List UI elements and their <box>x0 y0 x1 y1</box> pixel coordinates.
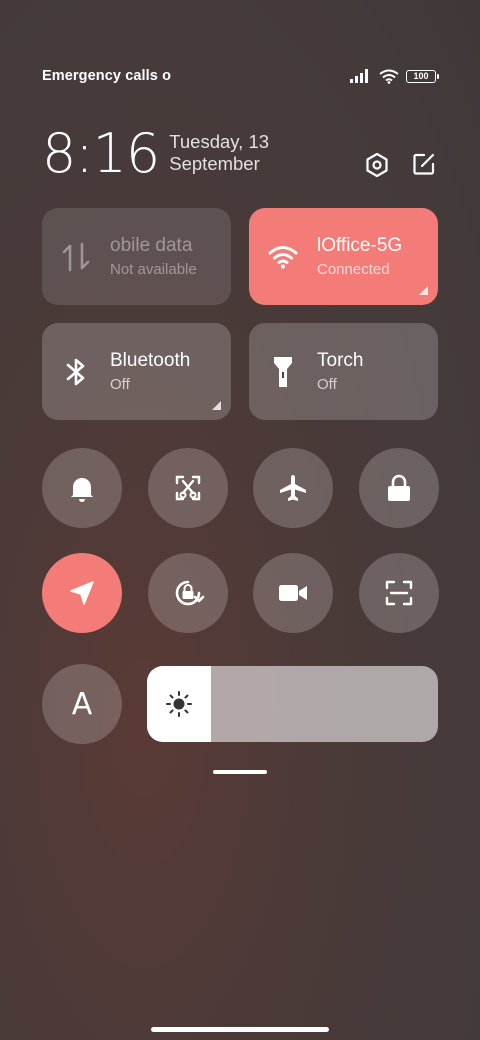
rotation-lock-icon <box>175 580 205 606</box>
torch-icon <box>249 355 317 389</box>
location-icon <box>70 581 94 605</box>
panel-drag-handle[interactable] <box>213 770 267 774</box>
wifi-status: Connected <box>317 261 390 278</box>
scan-icon <box>385 580 413 606</box>
airplane-toggle[interactable] <box>253 448 333 528</box>
torch-status: Off <box>317 376 337 393</box>
wifi-expand-icon[interactable] <box>419 286 428 295</box>
clock: 8:16 <box>42 122 160 185</box>
wifi-icon <box>249 245 317 269</box>
clock-row: 8:16 Tuesday, 13 September <box>42 120 436 184</box>
battery-icon: 100 <box>406 69 439 83</box>
mobile-data-tile[interactable]: obile data Not available <box>42 208 231 305</box>
location-toggle[interactable] <box>42 553 122 633</box>
mobile-data-status: Not available <box>110 261 197 278</box>
bell-icon <box>71 478 93 502</box>
screenshot-toggle[interactable] <box>148 448 228 528</box>
date: Tuesday, 13 September <box>169 131 270 174</box>
wifi-network-name: lOffice-5G <box>317 235 403 256</box>
mobile-data-title: obile data <box>110 235 193 256</box>
screen-recorder-toggle[interactable] <box>253 553 333 633</box>
status-icons: 100 <box>350 69 439 84</box>
torch-tile[interactable]: Torch Off <box>249 323 438 420</box>
video-camera-icon <box>279 585 307 601</box>
sound-toggle[interactable] <box>42 448 122 528</box>
brightness-icon <box>166 691 192 717</box>
lock-toggle[interactable] <box>359 448 439 528</box>
reading-mode-toggle[interactable]: A <box>42 664 122 744</box>
carrier-label: Emergency calls o <box>42 68 172 84</box>
wifi-tile[interactable]: lOffice-5G Connected <box>249 208 438 305</box>
reading-mode-letter: A <box>71 686 93 722</box>
bluetooth-expand-icon[interactable] <box>212 401 221 410</box>
bluetooth-title: Bluetooth <box>110 350 191 371</box>
header-actions <box>364 152 436 178</box>
airplane-icon <box>280 475 306 501</box>
rotation-lock-toggle[interactable] <box>148 553 228 633</box>
signal-icon <box>350 69 368 83</box>
wifi-status-icon <box>379 69 399 84</box>
scanner-toggle[interactable] <box>359 553 439 633</box>
mobile-data-icon <box>42 242 110 272</box>
battery-level: 100 <box>413 71 429 81</box>
brightness-fill <box>147 666 212 742</box>
bluetooth-status: Off <box>110 376 130 393</box>
lock-icon <box>388 474 410 501</box>
home-indicator[interactable] <box>151 1027 329 1032</box>
edit-icon[interactable] <box>412 152 436 176</box>
settings-icon[interactable] <box>364 152 390 178</box>
bluetooth-tile[interactable]: Bluetooth Off <box>42 323 231 420</box>
brightness-slider[interactable] <box>147 666 438 742</box>
torch-title: Torch <box>317 350 364 371</box>
status-bar: Emergency calls o 100 <box>42 64 439 88</box>
bluetooth-icon <box>42 357 110 387</box>
screenshot-crop-icon <box>175 475 201 501</box>
